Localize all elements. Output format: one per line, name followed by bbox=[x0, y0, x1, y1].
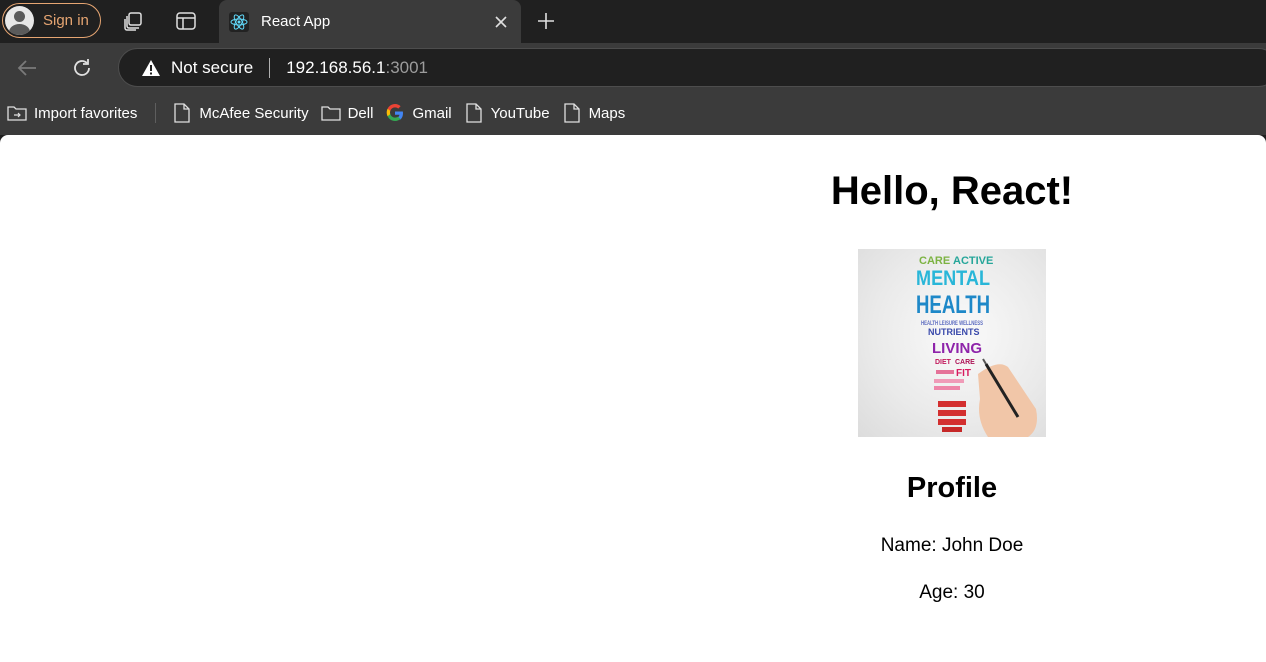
bookmarks-divider bbox=[155, 103, 157, 123]
bookmark-label: Import favorites bbox=[34, 104, 138, 122]
page-icon bbox=[562, 103, 582, 123]
image-word: CARE bbox=[919, 255, 950, 267]
back-arrow-icon[interactable] bbox=[14, 55, 40, 81]
app-root: Hello, React! CARE ACTIVE MENTAL HEALTH … bbox=[700, 135, 1204, 605]
page-title: Hello, React! bbox=[830, 169, 1074, 213]
workspaces-icon[interactable] bbox=[121, 9, 145, 33]
bookmark-label: Dell bbox=[347, 104, 374, 122]
image-word: FIT bbox=[956, 368, 971, 379]
address-divider bbox=[269, 57, 271, 78]
url-host: 192.168.56.1 bbox=[286, 57, 386, 77]
react-logo-icon bbox=[228, 11, 250, 33]
tab-actions-icon[interactable] bbox=[174, 9, 198, 33]
tab-react-app[interactable]: React App bbox=[219, 0, 521, 43]
image-word: NUTRIENTS bbox=[928, 327, 980, 337]
google-icon bbox=[385, 103, 405, 123]
image-word: HEALTH bbox=[916, 291, 990, 319]
image-word: ACTIVE bbox=[953, 255, 993, 267]
tab-title: React App bbox=[261, 13, 331, 30]
profile-card: Profile Name: John Doe Age: 30 bbox=[700, 471, 1204, 605]
bookmark-label: McAfee Security bbox=[199, 104, 309, 122]
bookmarks-bar: Import favorites McAfee Security Dell Gm… bbox=[0, 91, 1266, 135]
refresh-icon[interactable] bbox=[69, 55, 95, 81]
profile-title: Profile bbox=[906, 472, 998, 504]
close-tab-icon[interactable] bbox=[487, 8, 515, 36]
warning-icon[interactable] bbox=[141, 58, 161, 78]
bookmark-label: Gmail bbox=[412, 104, 452, 122]
page-icon bbox=[464, 103, 484, 123]
profile-name: Name: John Doe bbox=[880, 535, 1024, 556]
sign-in-button[interactable]: Sign in bbox=[2, 3, 101, 38]
page-icon bbox=[172, 103, 192, 123]
bookmark-label: YouTube bbox=[490, 104, 550, 122]
image-word: LIVING bbox=[932, 340, 982, 357]
page-viewport: Hello, React! CARE ACTIVE MENTAL HEALTH … bbox=[0, 135, 1266, 662]
bookmark-gmail[interactable]: Gmail bbox=[379, 98, 457, 128]
bookmark-import-favorites[interactable]: Import favorites bbox=[1, 98, 143, 128]
address-bar[interactable]: Not secure 192.168.56.1:3001 bbox=[118, 48, 1266, 87]
sign-in-label: Sign in bbox=[43, 12, 89, 29]
import-icon bbox=[7, 103, 27, 123]
bookmark-maps[interactable]: Maps bbox=[556, 98, 632, 128]
avatar-icon bbox=[5, 6, 34, 35]
profile-age: Age: 30 bbox=[919, 582, 985, 603]
bookmark-youtube[interactable]: YouTube bbox=[458, 98, 556, 128]
url-port: :3001 bbox=[385, 57, 429, 77]
bookmark-dell[interactable]: Dell bbox=[315, 98, 380, 128]
image-word: DIET bbox=[935, 359, 952, 366]
tab-strip: Sign in React App bbox=[0, 0, 1266, 43]
folder-icon bbox=[320, 103, 341, 123]
browser-toolbar: Not secure 192.168.56.1:3001 bbox=[0, 43, 1266, 91]
bookmark-label: Maps bbox=[588, 104, 626, 122]
mental-health-image: CARE ACTIVE MENTAL HEALTH HEALTH LEISURE… bbox=[858, 249, 1046, 437]
security-status-label[interactable]: Not secure bbox=[171, 58, 253, 78]
image-word: MENTAL bbox=[916, 267, 990, 290]
bookmark-mcafee-security[interactable]: McAfee Security bbox=[166, 98, 314, 128]
image-word: CARE bbox=[955, 359, 975, 366]
new-tab-icon[interactable] bbox=[534, 9, 558, 33]
